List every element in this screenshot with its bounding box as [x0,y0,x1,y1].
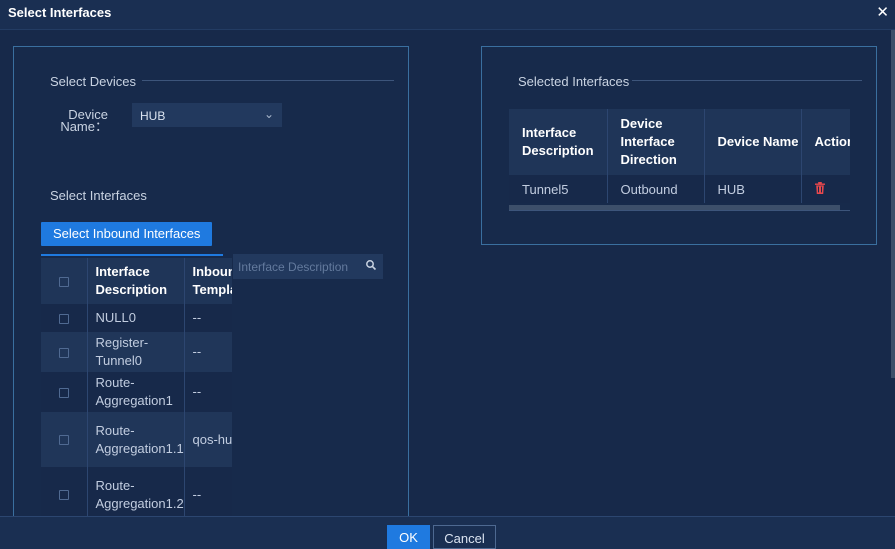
divider [632,80,862,81]
table-header: Interface Description Device Interface D… [509,109,850,175]
trash-icon[interactable] [814,181,825,194]
cell-direction: Outbound [607,175,705,203]
ok-button[interactable]: OK [387,525,430,549]
row-checkbox[interactable] [41,372,88,412]
cell-template: qos-hub [184,412,232,467]
divider [509,210,850,211]
cell-action [801,175,850,203]
table-row[interactable]: Register-Tunnel0 -- [41,332,232,372]
select-interfaces-title: Select Interfaces [50,188,147,203]
selected-interfaces-title: Selected Interfaces [518,74,630,89]
selected-interfaces-table: Interface Description Device Interface D… [509,109,850,213]
cell-description: Tunnel5 [509,175,608,203]
cell-description: Register-Tunnel0 [87,332,185,372]
table-row[interactable]: Route-Aggregation1.2 -- [41,467,232,522]
cell-description: Route-Aggregation1.1 [87,412,185,467]
close-icon[interactable]: ✕ [876,3,889,21]
divider [142,80,394,81]
table-row[interactable]: NULL0 -- [41,304,232,332]
chevron-down-icon: ⌄ [263,107,274,121]
selected-panel: Selected Interfaces Interface Descriptio… [481,46,877,245]
cell-description: Route-Aggregation1.2 [87,467,185,522]
col-inbound-template[interactable]: Inbound Template [184,258,232,304]
row-checkbox[interactable] [41,467,88,522]
cell-template: -- [184,467,232,522]
cell-template: -- [184,332,232,372]
select-all-checkbox[interactable] [41,258,88,304]
row-checkbox[interactable] [41,304,88,332]
col-device-name[interactable]: Device Name [704,109,802,175]
cell-template: -- [184,304,232,332]
cancel-button[interactable]: Cancel [433,525,496,549]
cell-template: -- [184,372,232,412]
dialog-titlebar: Select Interfaces ✕ [0,0,895,30]
col-interface-description[interactable]: Interface Description [87,258,185,304]
device-name-label: Device Name： [60,107,108,134]
cell-description: Route-Aggregation1 [87,372,185,412]
device-name-select[interactable]: HUB ⌄ [132,103,282,127]
cell-description: NULL0 [87,304,185,332]
dialog-title: Select Interfaces [8,5,112,20]
row-checkbox[interactable] [41,412,88,467]
interface-search[interactable]: Interface Description [233,254,383,279]
select-inbound-interfaces-button[interactable]: Select Inbound Interfaces [41,222,213,246]
col-device-interface-direction[interactable]: Device Interface Direction [607,109,705,175]
select-devices-title: Select Devices [50,74,136,89]
dialog-scrollbar[interactable] [891,30,895,378]
select-panel: Select Devices Device Name： HUB ⌄ Select… [13,46,409,526]
cell-device-name: HUB [704,175,802,203]
search-icon[interactable] [365,259,377,271]
table-row[interactable]: Route-Aggregation1 -- [41,372,232,412]
search-input[interactable]: Interface Description [238,260,358,274]
col-action: Action [801,109,850,175]
active-tab-indicator [41,254,223,256]
table-row: Tunnel5 Outbound HUB [509,175,850,203]
table-header: Interface Description Inbound Template [41,258,232,304]
row-checkbox[interactable] [41,332,88,372]
col-interface-description[interactable]: Interface Description [509,109,608,175]
interfaces-table: Interface Description Inbound Template N… [41,258,232,527]
device-name-value: HUB [140,109,166,123]
table-row[interactable]: Route-Aggregation1.1 qos-hub [41,412,232,467]
